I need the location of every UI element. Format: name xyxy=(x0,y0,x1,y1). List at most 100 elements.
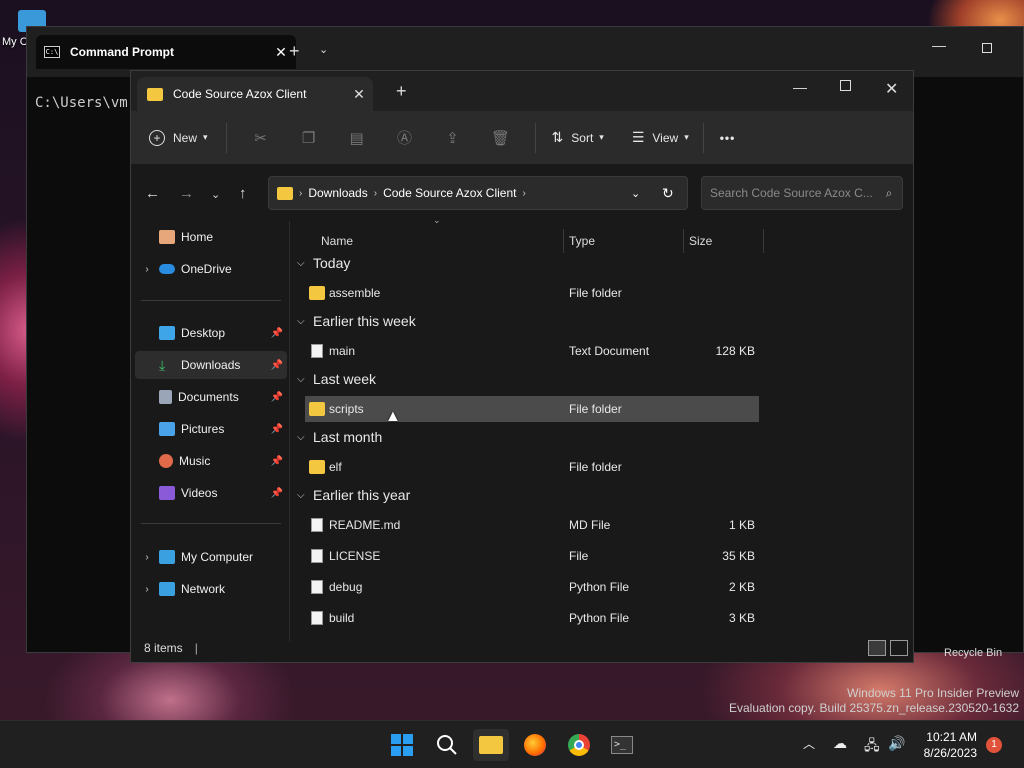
nav-item-desktop[interactable]: Desktop 📌 xyxy=(135,319,287,347)
expand-arrow-icon[interactable]: › xyxy=(135,584,159,595)
taskbar-chrome[interactable] xyxy=(561,729,597,761)
group-header-today[interactable]: ⌵ Today xyxy=(297,255,350,271)
nav-item-music[interactable]: Music 📌 xyxy=(135,447,287,475)
file-name: scripts xyxy=(329,402,364,416)
new-button[interactable]: + New ▾ xyxy=(149,129,208,146)
nav-item-home[interactable]: Home xyxy=(135,223,287,251)
taskbar-file-explorer[interactable] xyxy=(473,729,509,761)
group-header-earlier-this-week[interactable]: ⌵ Earlier this week xyxy=(297,313,416,329)
nav-divider xyxy=(141,300,281,301)
column-header-size[interactable]: Size xyxy=(689,229,712,253)
group-header-last-month[interactable]: ⌵ Last month xyxy=(297,429,382,445)
file-type: File xyxy=(569,549,589,563)
share-icon[interactable]: ⇪ xyxy=(429,129,477,147)
address-dropdown-icon[interactable]: ⌄ xyxy=(631,187,640,200)
up-button[interactable]: ↑ xyxy=(239,185,247,202)
file-row[interactable]: main Text Document 128 KB xyxy=(305,338,759,364)
paste-icon[interactable]: ▤ xyxy=(333,129,381,147)
refresh-button[interactable]: ↻ xyxy=(662,185,674,202)
close-button[interactable]: ✕ xyxy=(885,79,898,99)
minimize-button[interactable]: — xyxy=(932,37,946,53)
breadcrumb-current[interactable]: Code Source Azox Client xyxy=(383,186,516,200)
onedrive-tray-icon[interactable]: ☁ xyxy=(833,735,847,752)
explorer-tab-title: Code Source Azox Client xyxy=(173,87,307,101)
file-name: README.md xyxy=(329,518,401,532)
sort-button[interactable]: ⇅ Sort ▾ xyxy=(552,129,604,146)
group-header-last-week[interactable]: ⌵ Last week xyxy=(297,371,376,387)
file-row[interactable]: scripts File folder xyxy=(305,396,759,422)
column-header-type[interactable]: Type xyxy=(569,229,595,253)
pin-icon: 📌 xyxy=(270,391,283,403)
forward-button[interactable]: → xyxy=(179,185,194,202)
new-tab-button[interactable]: + xyxy=(289,41,300,62)
nav-item-videos[interactable]: Videos 📌 xyxy=(135,479,287,507)
address-bar[interactable]: › Downloads › Code Source Azox Client › … xyxy=(268,176,688,210)
taskbar: >_ ︿ ☁ 🖧 🔊 10:21 AM 8/26/2023 1 xyxy=(0,720,1024,768)
nav-label: Network xyxy=(181,582,226,596)
file-row[interactable]: build Python File 3 KB xyxy=(305,605,759,631)
new-tab-button[interactable]: + xyxy=(396,81,407,102)
python-file-icon xyxy=(311,580,323,594)
navigation-pane: Home › OneDrive Desktop 📌 ⤓ Downloads 📌 xyxy=(131,221,289,641)
view-icon: ☰ xyxy=(631,129,645,145)
column-separator[interactable] xyxy=(683,229,684,253)
column-separator[interactable] xyxy=(563,229,564,253)
file-row[interactable]: LICENSE File 35 KB xyxy=(305,543,759,569)
nav-item-onedrive[interactable]: › OneDrive xyxy=(135,255,287,283)
notification-badge[interactable]: 1 xyxy=(986,737,1002,753)
start-button[interactable] xyxy=(384,729,420,761)
chevron-down-icon: ⌵ xyxy=(297,373,305,385)
group-label: Last month xyxy=(313,429,383,445)
volume-icon[interactable]: 🔊 xyxy=(888,735,905,752)
show-hidden-icons-button[interactable]: ︿ xyxy=(803,735,815,752)
details-view-button[interactable] xyxy=(868,640,886,656)
taskbar-terminal[interactable]: >_ xyxy=(604,729,640,761)
cut-icon[interactable]: ✂ xyxy=(237,129,285,147)
maximize-button[interactable] xyxy=(840,80,851,91)
nav-item-downloads[interactable]: ⤓ Downloads 📌 xyxy=(135,351,287,379)
file-row[interactable]: README.md MD File 1 KB xyxy=(305,512,759,538)
file-row[interactable]: elf File folder xyxy=(305,454,759,480)
delete-icon[interactable]: 🗑 xyxy=(477,129,525,147)
expand-arrow-icon[interactable]: › xyxy=(135,264,159,275)
clock-date: 8/26/2023 xyxy=(923,746,977,760)
explorer-tab[interactable]: Code Source Azox Client ✕ xyxy=(137,77,373,111)
file-row[interactable]: debug Python File 2 KB xyxy=(305,574,759,600)
large-icons-view-button[interactable] xyxy=(890,640,908,656)
rename-icon[interactable]: Ⓐ xyxy=(381,127,429,148)
minimize-button[interactable]: — xyxy=(793,79,807,95)
taskbar-firefox[interactable] xyxy=(517,729,553,761)
nav-item-documents[interactable]: Documents 📌 xyxy=(135,383,287,411)
view-button[interactable]: ☰ View ▾ xyxy=(632,129,689,146)
file-explorer-window[interactable]: Code Source Azox Client ✕ + — ✕ + New ▾ … xyxy=(130,70,914,663)
column-separator[interactable] xyxy=(763,229,764,253)
close-tab-icon[interactable]: ✕ xyxy=(345,86,373,103)
clock[interactable]: 10:21 AM 8/26/2023 xyxy=(924,729,977,761)
file-row[interactable]: assemble File folder xyxy=(305,280,759,306)
more-options-button[interactable]: ••• xyxy=(720,131,736,145)
pane-splitter[interactable] xyxy=(289,221,290,641)
toolbar-divider xyxy=(534,122,536,153)
sort-indicator-icon: ⌄ xyxy=(433,215,441,225)
recent-locations-button[interactable]: ⌄ xyxy=(211,188,220,201)
search-box[interactable]: Search Code Source Azox C... ⌕ xyxy=(701,176,903,210)
clock-time: 10:21 AM xyxy=(926,730,977,744)
breadcrumb-downloads[interactable]: Downloads xyxy=(308,186,367,200)
maximize-button[interactable] xyxy=(982,43,992,53)
group-header-earlier-this-year[interactable]: ⌵ Earlier this year xyxy=(297,487,410,503)
nav-item-network[interactable]: › Network xyxy=(135,575,287,603)
cmd-prompt-text[interactable]: C:\Users\vm xyxy=(35,95,128,111)
music-icon xyxy=(159,454,173,468)
network-tray-icon[interactable]: 🖧 xyxy=(864,735,880,759)
column-header-name[interactable]: Name xyxy=(321,229,353,253)
search-button[interactable] xyxy=(429,729,465,761)
recycle-bin-label[interactable]: Recycle Bin xyxy=(944,647,1002,659)
nav-item-my-computer[interactable]: › My Computer xyxy=(135,543,287,571)
nav-item-pictures[interactable]: Pictures 📌 xyxy=(135,415,287,443)
explorer-titlebar[interactable]: Code Source Azox Client ✕ + — ✕ xyxy=(131,71,913,111)
expand-arrow-icon[interactable]: › xyxy=(135,552,159,563)
back-button[interactable]: ← xyxy=(145,185,160,202)
cmd-tab[interactable]: C:\ Command Prompt ✕ xyxy=(36,35,296,69)
copy-icon[interactable]: ❐ xyxy=(285,129,333,147)
chevron-down-icon[interactable]: ⌄ xyxy=(319,43,328,56)
